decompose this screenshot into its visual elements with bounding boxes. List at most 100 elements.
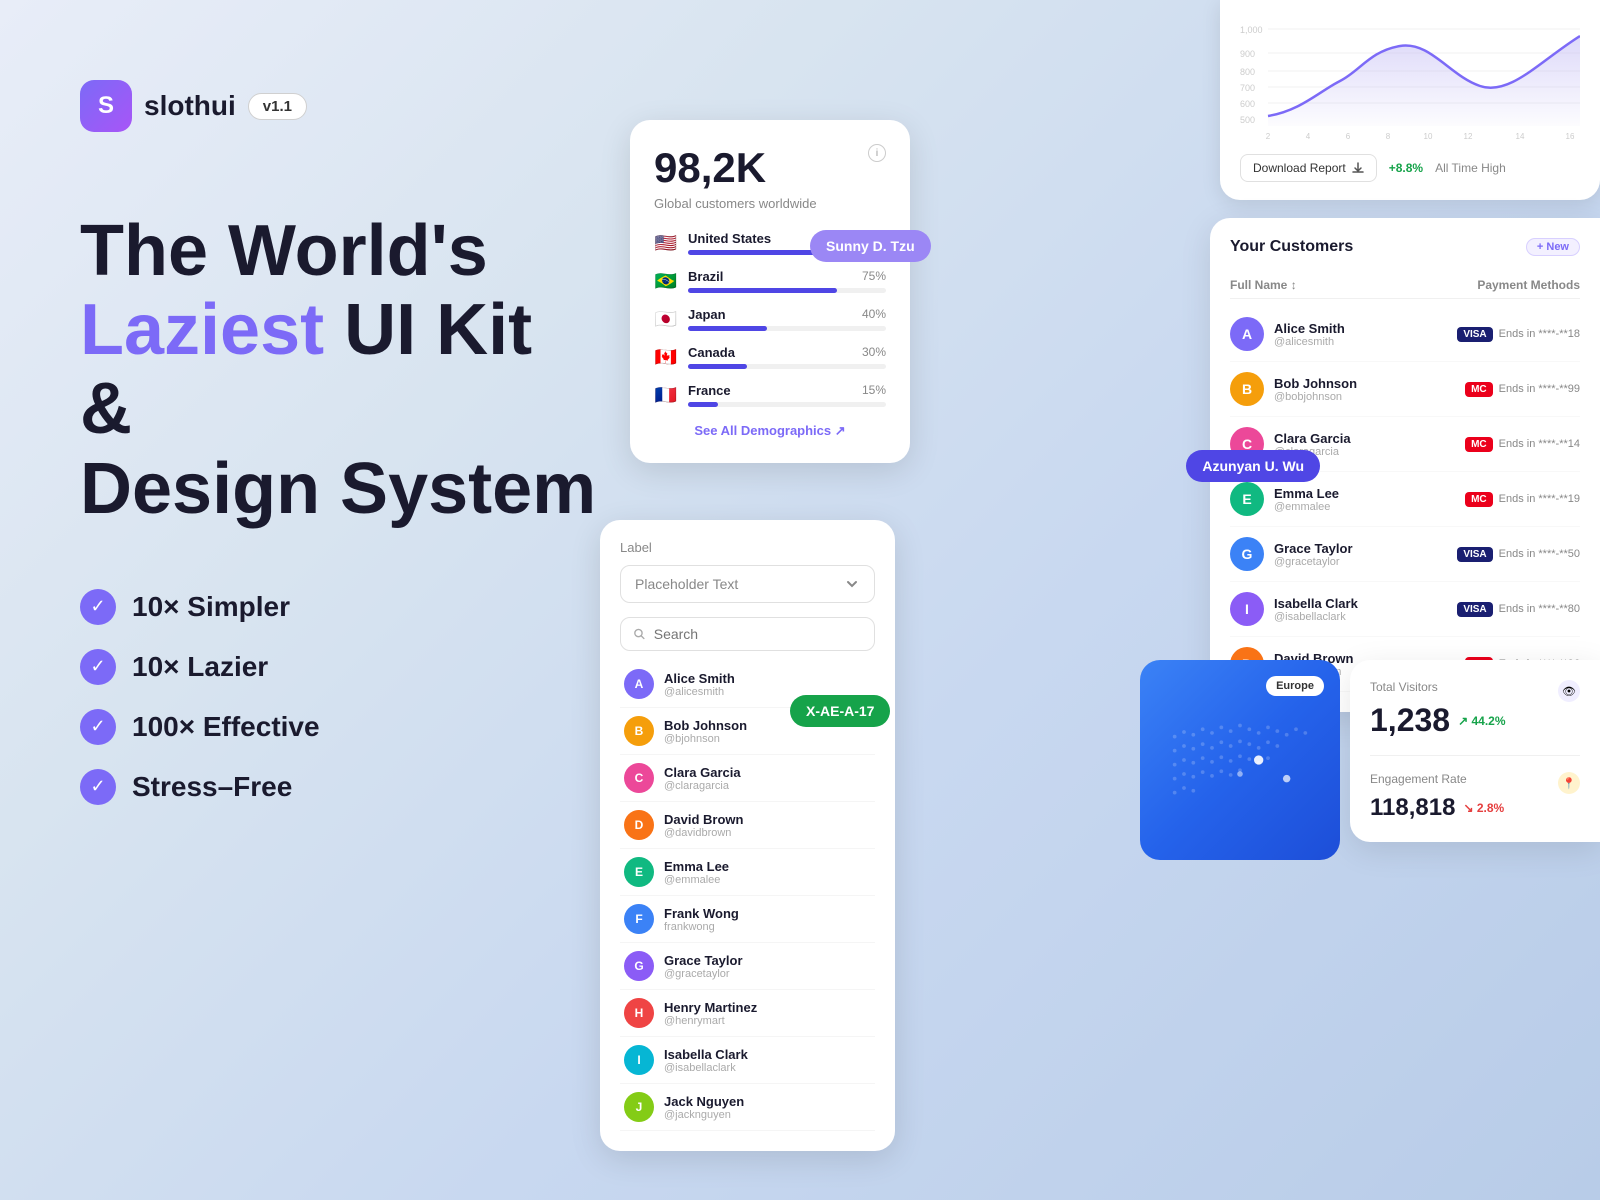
svg-text:800: 800 bbox=[1240, 67, 1255, 77]
dropdown-user-isabella[interactable]: I Isabella Clark @isabellaclark bbox=[620, 1037, 875, 1084]
feature-text-3: 100× Effective bbox=[132, 711, 320, 743]
dropdown-user-clara[interactable]: C Clara Garcia @claragarcia bbox=[620, 755, 875, 802]
logo-area: S slothui v1.1 bbox=[80, 80, 600, 132]
download-report-button[interactable]: Download Report bbox=[1240, 154, 1377, 182]
country-row-ca: 🇨🇦 Canada 30% bbox=[654, 345, 886, 369]
analytics-card: Total Visitors 1,238 ↗ 44.2% 👁 Engagemen… bbox=[1350, 660, 1600, 842]
brand-name: slothui bbox=[144, 90, 236, 122]
svg-text:1,000: 1,000 bbox=[1240, 25, 1263, 35]
svg-text:14: 14 bbox=[1516, 132, 1525, 141]
dropdown-avatar-frank: F bbox=[624, 904, 654, 934]
svg-text:16: 16 bbox=[1566, 132, 1575, 141]
dropdown-avatar-grace: G bbox=[624, 951, 654, 981]
engagement-change: ↘ 2.8% bbox=[1463, 801, 1504, 815]
see-all-demographics-link[interactable]: See All Demographics ↗ bbox=[654, 423, 886, 439]
map-dots bbox=[1156, 704, 1324, 860]
search-icon bbox=[633, 627, 646, 641]
feature-text-4: Stress–Free bbox=[132, 771, 292, 803]
svg-text:10: 10 bbox=[1424, 132, 1433, 141]
dropdown-user-grace[interactable]: G Grace Taylor @gracetaylor bbox=[620, 943, 875, 990]
tooltip-azunyan: Azunyan U. Wu bbox=[1186, 450, 1320, 482]
visitors-change: ↗ 44.2% bbox=[1458, 714, 1505, 728]
avatar-alice: A bbox=[1230, 317, 1264, 351]
dropdown-user-david[interactable]: D David Brown @davidbrown bbox=[620, 802, 875, 849]
flag-us: 🇺🇸 bbox=[654, 231, 678, 255]
svg-text:2: 2 bbox=[1266, 132, 1271, 141]
col-payment: Payment Methods bbox=[1477, 278, 1580, 292]
svg-text:600: 600 bbox=[1240, 99, 1255, 109]
dropdown-user-frank[interactable]: F Frank Wong frankwong bbox=[620, 896, 875, 943]
customer-row-isabella: I Isabella Clark @isabellaclark VISA End… bbox=[1230, 582, 1580, 637]
dropdown-placeholder: Placeholder Text bbox=[635, 576, 738, 592]
customer-row-bob: B Bob Johnson @bobjohnson MC Ends in ***… bbox=[1230, 362, 1580, 417]
chart-change-badge: +8.8% bbox=[1389, 161, 1423, 175]
engagement-section: Engagement Rate 118,818 ↘ 2.8% 📍 bbox=[1370, 755, 1580, 822]
svg-text:12: 12 bbox=[1464, 132, 1473, 141]
check-icon-3: ✓ bbox=[80, 709, 116, 745]
col-name: Full Name ↕ bbox=[1230, 278, 1297, 292]
europe-chip[interactable]: Europe bbox=[1266, 676, 1324, 696]
headline-highlight: Laziest bbox=[80, 290, 324, 370]
feature-item-1: ✓ 10× Simpler bbox=[80, 589, 600, 625]
dropdown-user-jack[interactable]: J Jack Nguyen @jacknguyen bbox=[620, 1084, 875, 1131]
search-box[interactable] bbox=[620, 617, 875, 651]
svg-text:4: 4 bbox=[1306, 132, 1311, 141]
dropdown-avatar-david: D bbox=[624, 810, 654, 840]
search-input[interactable] bbox=[654, 626, 862, 642]
feature-text-1: 10× Simpler bbox=[132, 591, 290, 623]
sort-icon[interactable]: ↕ bbox=[1291, 278, 1297, 292]
check-icon-2: ✓ bbox=[80, 649, 116, 685]
country-row-br: 🇧🇷 Brazil 75% bbox=[654, 269, 886, 293]
chart-card: 1,000 900 800 700 600 500 bbox=[1220, 0, 1600, 200]
visitors-value: 1,238 ↗ 44.2% bbox=[1370, 702, 1506, 739]
svg-text:8: 8 bbox=[1386, 132, 1391, 141]
map-card: Europe bbox=[1140, 660, 1340, 860]
avatar-bob: B bbox=[1230, 372, 1264, 406]
stat-label: Global customers worldwide bbox=[654, 196, 817, 211]
dropdown-label: Label bbox=[620, 540, 875, 555]
stat-number: 98,2K bbox=[654, 144, 817, 192]
info-icon[interactable]: i bbox=[868, 144, 886, 162]
features-list: ✓ 10× Simpler ✓ 10× Lazier ✓ 100× Effect… bbox=[80, 589, 600, 805]
svg-text:900: 900 bbox=[1240, 49, 1255, 59]
logo-icon: S bbox=[80, 80, 132, 132]
chevron-down-icon bbox=[844, 576, 860, 592]
customers-header: Your Customers + New bbox=[1230, 238, 1580, 256]
country-row-fr: 🇫🇷 France 15% bbox=[654, 383, 886, 407]
dropdown-user-emma[interactable]: E Emma Lee @emmalee bbox=[620, 849, 875, 896]
tooltip-xae: X-AE-A-17 bbox=[790, 695, 890, 727]
dropdown-user-henry[interactable]: H Henry Martinez @henrymart bbox=[620, 990, 875, 1037]
dropdown-select[interactable]: Placeholder Text bbox=[620, 565, 875, 603]
customers-title: Your Customers bbox=[1230, 238, 1353, 256]
avatar-emma: E bbox=[1230, 482, 1264, 516]
chart-period: All Time High bbox=[1435, 161, 1506, 175]
customer-row-alice: A Alice Smith @alicesmith VISA Ends in *… bbox=[1230, 307, 1580, 362]
dropdown-avatar-clara: C bbox=[624, 763, 654, 793]
svg-text:500: 500 bbox=[1240, 115, 1255, 125]
dropdown-card: Label Placeholder Text A Alice Smith @al… bbox=[600, 520, 895, 1151]
dropdown-avatar-emma: E bbox=[624, 857, 654, 887]
dropdown-avatar-alice: A bbox=[624, 669, 654, 699]
feature-item-3: ✓ 100× Effective bbox=[80, 709, 600, 745]
country-row-jp: 🇯🇵 Japan 40% bbox=[654, 307, 886, 331]
engagement-value: 118,818 ↘ 2.8% bbox=[1370, 794, 1504, 822]
feature-item-2: ✓ 10× Lazier bbox=[80, 649, 600, 685]
pin-icon[interactable]: 📍 bbox=[1558, 772, 1580, 794]
engagement-label: Engagement Rate bbox=[1370, 772, 1504, 786]
chart-footer: Download Report +8.8% All Time High bbox=[1240, 154, 1580, 182]
eye-icon[interactable]: 👁 bbox=[1558, 680, 1580, 702]
table-header: Full Name ↕ Payment Methods bbox=[1230, 272, 1580, 299]
headline: The World's Laziest UI Kit & Design Syst… bbox=[80, 212, 600, 529]
headline-line1: The World's bbox=[80, 211, 488, 291]
version-badge: v1.1 bbox=[248, 93, 307, 120]
dropdown-avatar-bob: B bbox=[624, 716, 654, 746]
feature-text-2: 10× Lazier bbox=[132, 651, 268, 683]
new-badge[interactable]: + New bbox=[1526, 238, 1580, 256]
chart-area: 1,000 900 800 700 600 500 bbox=[1240, 16, 1580, 146]
avatar-grace: G bbox=[1230, 537, 1264, 571]
demographics-card: 98,2K Global customers worldwide i 🇺🇸 Un… bbox=[630, 120, 910, 463]
avatar-isabella: I bbox=[1230, 592, 1264, 626]
svg-text:6: 6 bbox=[1346, 132, 1351, 141]
check-icon-4: ✓ bbox=[80, 769, 116, 805]
customer-row-grace: G Grace Taylor @gracetaylor VISA Ends in… bbox=[1230, 527, 1580, 582]
